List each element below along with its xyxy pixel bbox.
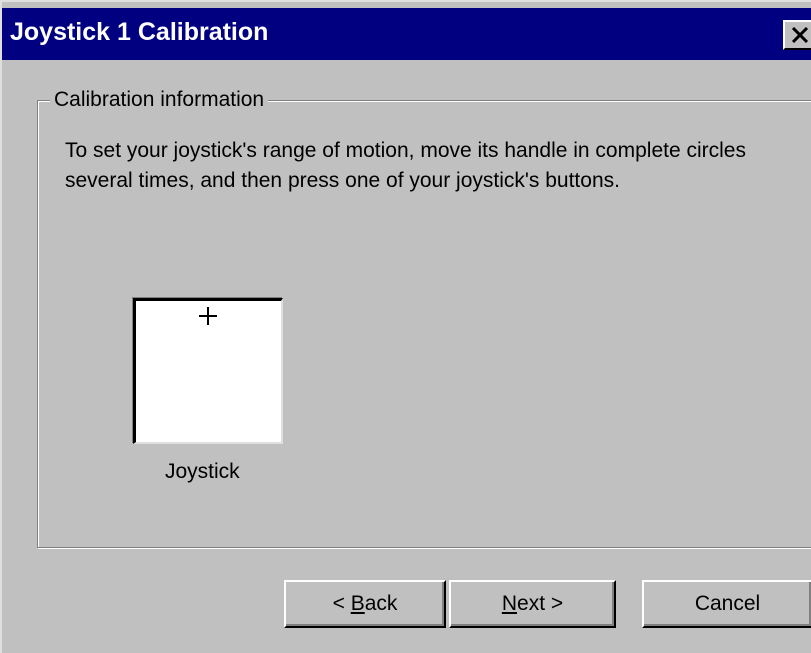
calibration-dialog: Joystick 1 Calibration Calibration infor…: [0, 0, 811, 653]
window-title: Joystick 1 Calibration: [10, 18, 269, 46]
next-button-rest: ext >: [517, 592, 564, 615]
back-button-rest: ack: [364, 592, 398, 615]
joystick-position-area: [133, 298, 283, 444]
next-button-mnemonic: N: [501, 592, 518, 615]
title-bar[interactable]: Joystick 1 Calibration: [2, 8, 811, 60]
next-button[interactable]: Next >: [449, 580, 616, 628]
back-button[interactable]: < Back: [284, 580, 446, 628]
back-button-mnemonic: B: [350, 592, 365, 615]
joystick-label: Joystick: [165, 460, 240, 483]
groupbox-label: Calibration information: [50, 88, 269, 112]
instructions-text: To set your joystick's range of motion, …: [65, 139, 746, 192]
cancel-button-label: Cancel: [694, 592, 761, 615]
close-button[interactable]: [783, 20, 811, 50]
cancel-button[interactable]: Cancel: [642, 580, 811, 628]
back-button-prefix: <: [332, 592, 351, 615]
close-icon: [791, 27, 809, 43]
crosshair-icon: [199, 307, 217, 325]
